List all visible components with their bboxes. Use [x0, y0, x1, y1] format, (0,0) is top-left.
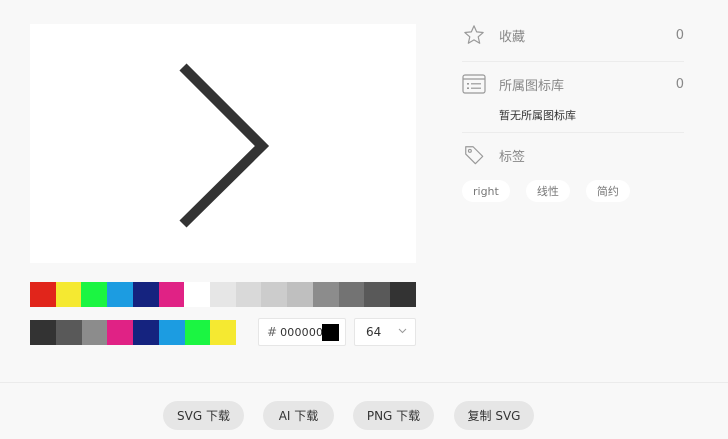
- libraries-empty-text: 暂无所属图标库: [499, 109, 576, 122]
- tag-chip[interactable]: 线性: [525, 180, 570, 202]
- ai-download-button[interactable]: AI 下载: [263, 401, 334, 430]
- copy-svg-button[interactable]: 复制 SVG: [454, 401, 534, 430]
- favorites-row[interactable]: 收藏 0: [462, 24, 684, 46]
- favorites-label: 收藏: [499, 29, 526, 45]
- size-select-value: 64: [366, 325, 382, 339]
- chevron-right-icon: [179, 63, 270, 228]
- tags-label: 标签: [499, 149, 526, 165]
- color-swatch[interactable]: [132, 282, 159, 307]
- action-footer: SVG 下载 AI 下载 PNG 下载 复制 SVG: [0, 383, 728, 439]
- color-swatch[interactable]: [338, 282, 365, 307]
- icon-preview: [30, 24, 416, 263]
- color-swatch[interactable]: [30, 320, 56, 345]
- libraries-row: 所属图标库 0: [462, 73, 684, 95]
- hash-symbol: #: [267, 325, 278, 339]
- color-swatch[interactable]: [287, 282, 313, 307]
- favorites-count: 0: [675, 27, 684, 43]
- color-swatch[interactable]: [158, 320, 185, 345]
- libraries-label: 所属图标库: [499, 78, 565, 94]
- color-swatch[interactable]: [210, 320, 236, 345]
- png-download-button[interactable]: PNG 下载: [353, 401, 434, 430]
- hex-color-input[interactable]: # 000000: [258, 318, 346, 346]
- tag-icon: [462, 144, 486, 166]
- color-preview-swatch[interactable]: [322, 324, 339, 341]
- color-swatch[interactable]: [107, 320, 133, 345]
- hex-color-value[interactable]: 000000: [280, 326, 323, 339]
- color-swatch[interactable]: [235, 282, 262, 307]
- color-swatch[interactable]: [107, 282, 133, 307]
- color-swatch[interactable]: [364, 282, 391, 307]
- color-swatch[interactable]: [30, 282, 56, 307]
- tag-chip[interactable]: right: [462, 180, 510, 202]
- divider: [462, 61, 684, 62]
- libraries-count: 0: [675, 76, 684, 92]
- color-swatch[interactable]: [390, 282, 416, 307]
- tags-row: 标签: [462, 144, 684, 166]
- star-icon[interactable]: [462, 24, 486, 46]
- tag-chip[interactable]: 简约: [585, 180, 630, 202]
- color-swatch[interactable]: [312, 282, 339, 307]
- chevron-down-icon: [398, 328, 407, 334]
- color-swatch[interactable]: [55, 282, 82, 307]
- divider: [462, 132, 684, 133]
- color-swatch[interactable]: [184, 320, 211, 345]
- list-icon: [462, 73, 486, 95]
- color-palette-row-1: [30, 282, 416, 307]
- tag-list: right 线性 简约: [462, 180, 630, 202]
- svg-download-button[interactable]: SVG 下载: [163, 401, 244, 430]
- color-swatch[interactable]: [81, 320, 108, 345]
- color-swatch[interactable]: [133, 320, 159, 345]
- color-swatch[interactable]: [184, 282, 211, 307]
- color-swatch[interactable]: [210, 282, 236, 307]
- color-palette-row-2: [30, 320, 236, 345]
- color-swatch[interactable]: [81, 282, 108, 307]
- color-swatch[interactable]: [261, 282, 288, 307]
- color-swatch[interactable]: [55, 320, 82, 345]
- icon-detail-panel: # 000000 64 收藏 0 所属图标库 0 暂无所属图标库 标签 righ…: [0, 0, 728, 439]
- size-select[interactable]: 64: [354, 318, 416, 346]
- color-swatch[interactable]: [158, 282, 185, 307]
